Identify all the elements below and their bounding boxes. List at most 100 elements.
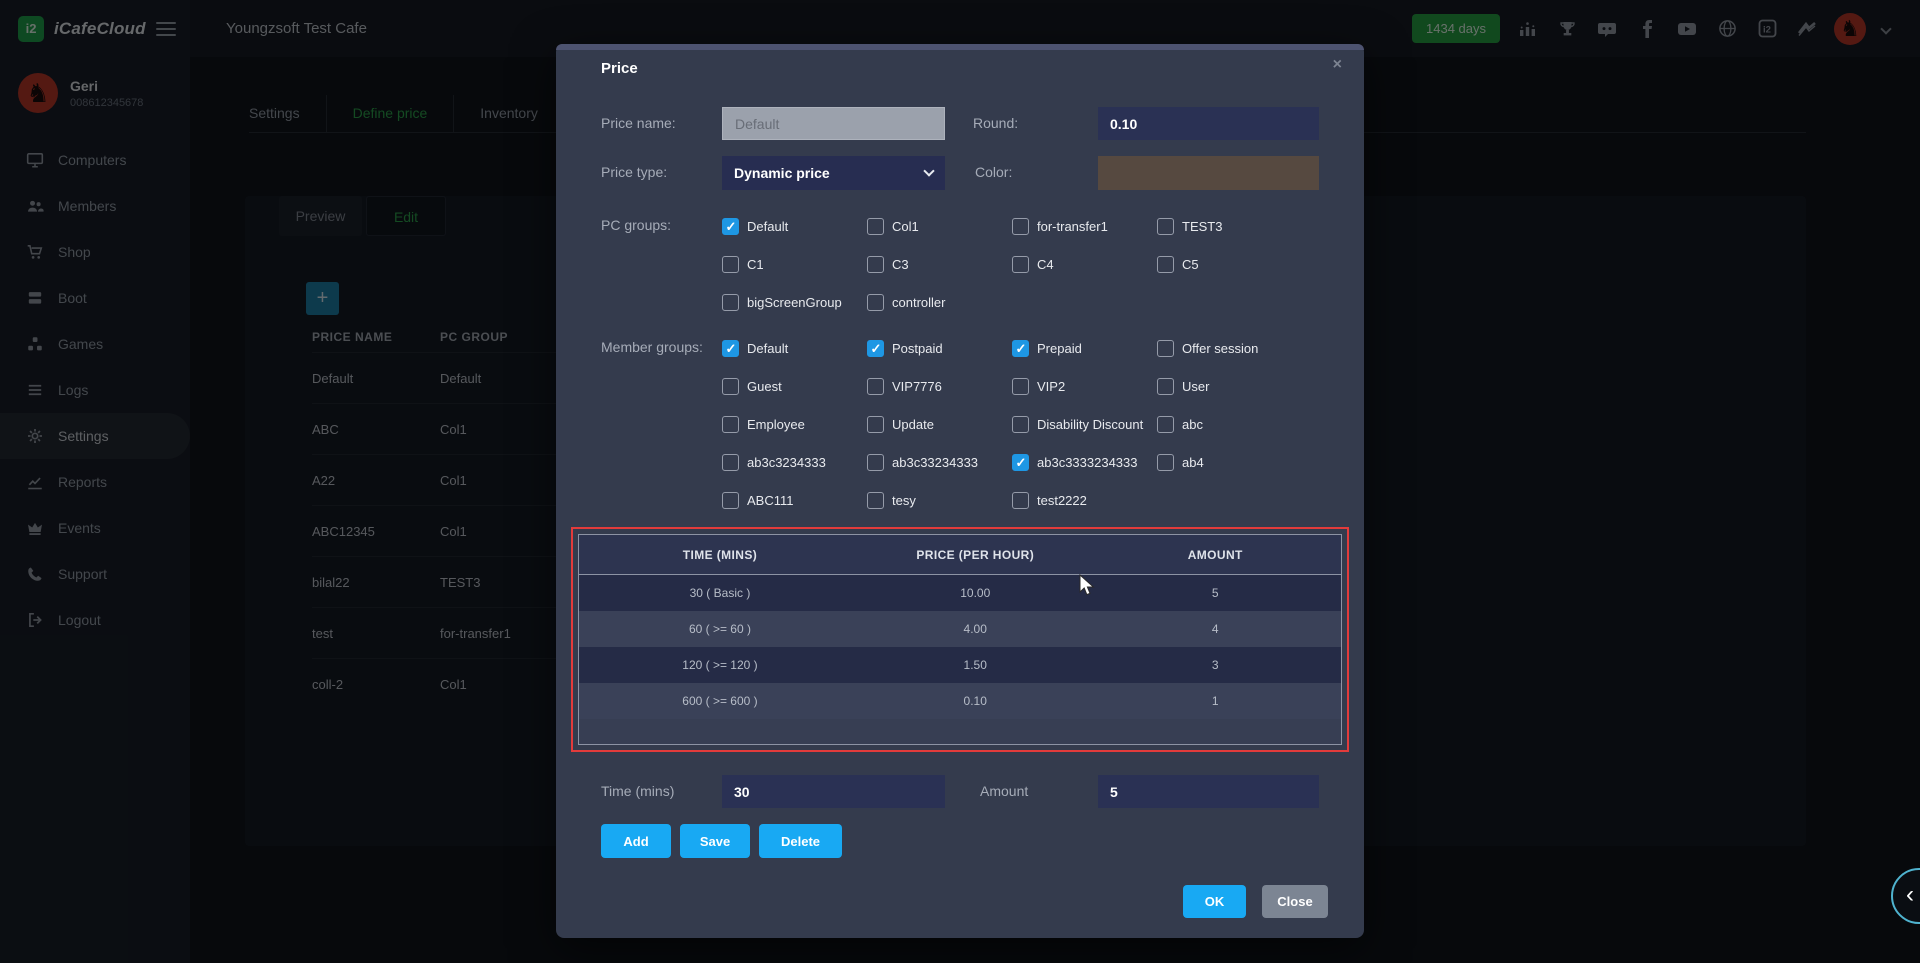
checkbox-user[interactable]: User [1157, 367, 1302, 405]
checkbox-icon[interactable] [1157, 416, 1174, 433]
checkbox-icon[interactable] [867, 492, 884, 509]
checkbox-postpaid[interactable]: Postpaid [867, 329, 1012, 367]
price-tier-row[interactable]: 120 ( >= 120 )1.503 [579, 647, 1341, 683]
checkbox-test3[interactable]: TEST3 [1157, 207, 1302, 245]
ok-button[interactable]: OK [1183, 885, 1246, 918]
checkbox-vip2[interactable]: VIP2 [1012, 367, 1157, 405]
checkbox-icon[interactable] [1157, 340, 1174, 357]
add-button[interactable]: Add [601, 824, 671, 858]
price-tiers-table: TIME (MINS)PRICE (PER HOUR)AMOUNT 30 ( B… [578, 534, 1342, 745]
round-label: Round: [973, 107, 1018, 140]
amount-label: Amount [980, 775, 1028, 808]
checkbox-label: Offer session [1182, 341, 1258, 356]
price-tier-row[interactable]: 30 ( Basic )10.005 [579, 575, 1341, 611]
checkbox-abc111[interactable]: ABC111 [722, 481, 867, 519]
checkbox-icon[interactable] [722, 256, 739, 273]
checkbox-icon[interactable] [867, 256, 884, 273]
checkbox-prepaid[interactable]: Prepaid [1012, 329, 1157, 367]
checkbox-disability-discount[interactable]: Disability Discount [1012, 405, 1157, 443]
checkbox-icon[interactable] [867, 218, 884, 235]
checkbox-icon[interactable] [1157, 454, 1174, 471]
checkbox-bigscreengroup[interactable]: bigScreenGroup [722, 283, 867, 321]
app-window: i2 iCafeCloud Youngzsoft Test Cafe 1434 … [0, 0, 1920, 963]
checkbox-icon[interactable] [867, 378, 884, 395]
checkbox-icon[interactable] [1012, 454, 1029, 471]
checkbox-default[interactable]: Default [722, 207, 867, 245]
price-table-header: PRICE (PER HOUR) [861, 548, 1090, 562]
checkbox-icon[interactable] [1012, 340, 1029, 357]
checkbox-icon[interactable] [722, 492, 739, 509]
time-mins-input[interactable] [722, 775, 945, 808]
checkbox-label: TEST3 [1182, 219, 1222, 234]
checkbox-label: Col1 [892, 219, 919, 234]
checkbox-icon[interactable] [867, 294, 884, 311]
checkbox-icon[interactable] [867, 340, 884, 357]
checkbox-tesy[interactable]: tesy [867, 481, 1012, 519]
close-icon[interactable]: × [1333, 56, 1342, 74]
checkbox-c3[interactable]: C3 [867, 245, 1012, 283]
color-label: Color: [975, 156, 1012, 189]
time-mins-label: Time (mins) [601, 775, 674, 808]
checkbox-offer-session[interactable]: Offer session [1157, 329, 1302, 367]
checkbox-icon[interactable] [722, 416, 739, 433]
price-dialog: Price × Price name: Round: Price type: D… [556, 44, 1364, 938]
checkbox-icon[interactable] [1012, 256, 1029, 273]
checkbox-ab3c33234333[interactable]: ab3c33234333 [867, 443, 1012, 481]
color-swatch[interactable] [1098, 156, 1319, 190]
checkbox-label: bigScreenGroup [747, 295, 842, 310]
checkbox-icon[interactable] [1012, 378, 1029, 395]
checkbox-ab3c3234333[interactable]: ab3c3234333 [722, 443, 867, 481]
checkbox-icon[interactable] [1157, 256, 1174, 273]
checkbox-label: abc [1182, 417, 1203, 432]
checkbox-icon[interactable] [1012, 416, 1029, 433]
price-tiers-highlight: TIME (MINS)PRICE (PER HOUR)AMOUNT 30 ( B… [571, 527, 1349, 752]
checkbox-vip7776[interactable]: VIP7776 [867, 367, 1012, 405]
checkbox-icon[interactable] [722, 294, 739, 311]
checkbox-ab4[interactable]: ab4 [1157, 443, 1302, 481]
checkbox-icon[interactable] [722, 340, 739, 357]
price-table-header: AMOUNT [1090, 548, 1341, 562]
checkbox-icon[interactable] [867, 454, 884, 471]
checkbox-c4[interactable]: C4 [1012, 245, 1157, 283]
checkbox-c5[interactable]: C5 [1157, 245, 1302, 283]
checkbox-abc[interactable]: abc [1157, 405, 1302, 443]
checkbox-icon[interactable] [867, 416, 884, 433]
price-name-input[interactable] [722, 107, 945, 140]
checkbox-col1[interactable]: Col1 [867, 207, 1012, 245]
checkbox-update[interactable]: Update [867, 405, 1012, 443]
checkbox-label: Update [892, 417, 934, 432]
checkbox-icon[interactable] [1012, 492, 1029, 509]
checkbox-icon[interactable] [722, 378, 739, 395]
checkbox-for-transfer1[interactable]: for-transfer1 [1012, 207, 1157, 245]
checkbox-label: Prepaid [1037, 341, 1082, 356]
checkbox-icon[interactable] [1157, 218, 1174, 235]
checkbox-label: C4 [1037, 257, 1054, 272]
checkbox-icon[interactable] [722, 454, 739, 471]
price-tier-row[interactable]: 600 ( >= 600 )0.101 [579, 683, 1341, 719]
round-input[interactable] [1098, 107, 1319, 140]
checkbox-controller[interactable]: controller [867, 283, 1012, 321]
checkbox-icon[interactable] [1012, 218, 1029, 235]
price-tier-row[interactable]: 60 ( >= 60 )4.004 [579, 611, 1341, 647]
checkbox-c1[interactable]: C1 [722, 245, 867, 283]
checkbox-employee[interactable]: Employee [722, 405, 867, 443]
amount-input[interactable] [1098, 775, 1319, 808]
checkbox-icon[interactable] [1157, 378, 1174, 395]
save-button[interactable]: Save [680, 824, 750, 858]
price-type-select[interactable]: Dynamic price [722, 156, 945, 190]
dialog-title: Price [601, 60, 638, 77]
checkbox-ab3c3333234333[interactable]: ab3c3333234333 [1012, 443, 1157, 481]
checkbox-label: Disability Discount [1037, 417, 1143, 432]
checkbox-test2222[interactable]: test2222 [1012, 481, 1157, 519]
checkbox-label: Guest [747, 379, 782, 394]
checkbox-default[interactable]: Default [722, 329, 867, 367]
checkbox-guest[interactable]: Guest [722, 367, 867, 405]
checkbox-label: Postpaid [892, 341, 943, 356]
price-tiers-header: TIME (MINS)PRICE (PER HOUR)AMOUNT [579, 535, 1341, 575]
close-button[interactable]: Close [1262, 885, 1328, 918]
checkbox-label: ab4 [1182, 455, 1204, 470]
checkbox-icon[interactable] [722, 218, 739, 235]
checkbox-label: User [1182, 379, 1209, 394]
delete-button[interactable]: Delete [759, 824, 842, 858]
price-type-label: Price type: [601, 156, 667, 189]
